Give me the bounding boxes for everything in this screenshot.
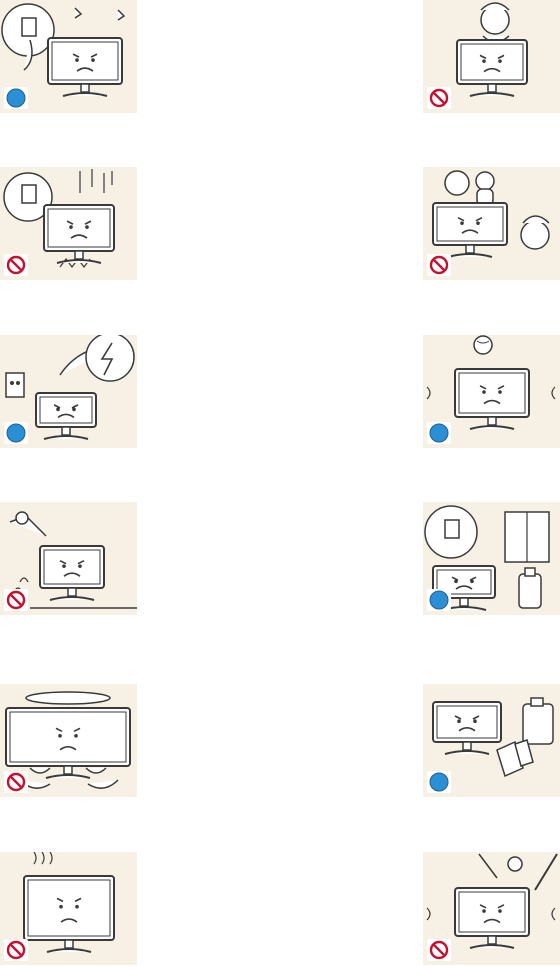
illustration-tv-unplug-thunder — [0, 0, 137, 113]
illustration-child-climbing-tv — [423, 0, 560, 113]
illustration-tv-tipping-over — [0, 502, 137, 615]
prohibited-badge-icon — [427, 87, 451, 109]
do-badge-icon — [427, 422, 451, 444]
illustration-keep-chemicals-away — [423, 684, 560, 797]
illustration-metal-objects-tv — [423, 852, 560, 965]
do-badge-icon — [427, 771, 451, 793]
illustration-covered-tv-heat — [0, 852, 137, 965]
illustration-rotating-tv-hands — [0, 684, 137, 797]
do-badge-icon — [4, 422, 28, 444]
prohibited-badge-icon — [4, 254, 28, 276]
prohibited-badge-icon — [4, 939, 28, 961]
prohibited-badge-icon — [427, 939, 451, 961]
illustration-ventilate-gas-leak — [423, 502, 560, 615]
do-badge-icon — [427, 589, 451, 611]
illustration-toys-on-tv — [423, 167, 560, 280]
prohibited-badge-icon — [4, 771, 28, 793]
illustration-unplug-during-storm — [0, 335, 137, 448]
illustration-ball-hits-tv — [423, 335, 560, 448]
illustration-tv-falling-plug — [0, 167, 137, 280]
prohibited-badge-icon — [427, 254, 451, 276]
do-badge-icon — [4, 87, 28, 109]
prohibited-badge-icon — [4, 589, 28, 611]
